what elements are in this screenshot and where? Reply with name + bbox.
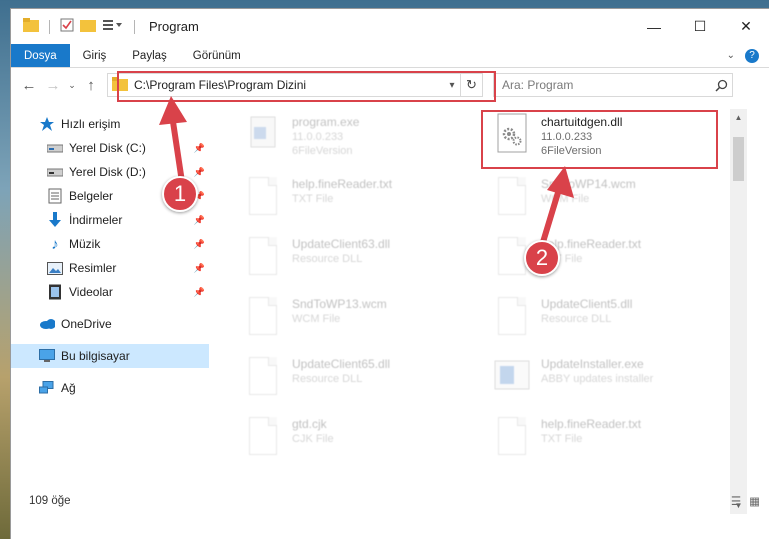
- arrow-1-head: [159, 96, 187, 125]
- arrow-1: [169, 114, 185, 183]
- step-badge-2: 2: [524, 240, 560, 276]
- step-badge-1: 1: [162, 176, 198, 212]
- annotation-arrows: [159, 96, 574, 253]
- arrow-2-head: [547, 166, 574, 198]
